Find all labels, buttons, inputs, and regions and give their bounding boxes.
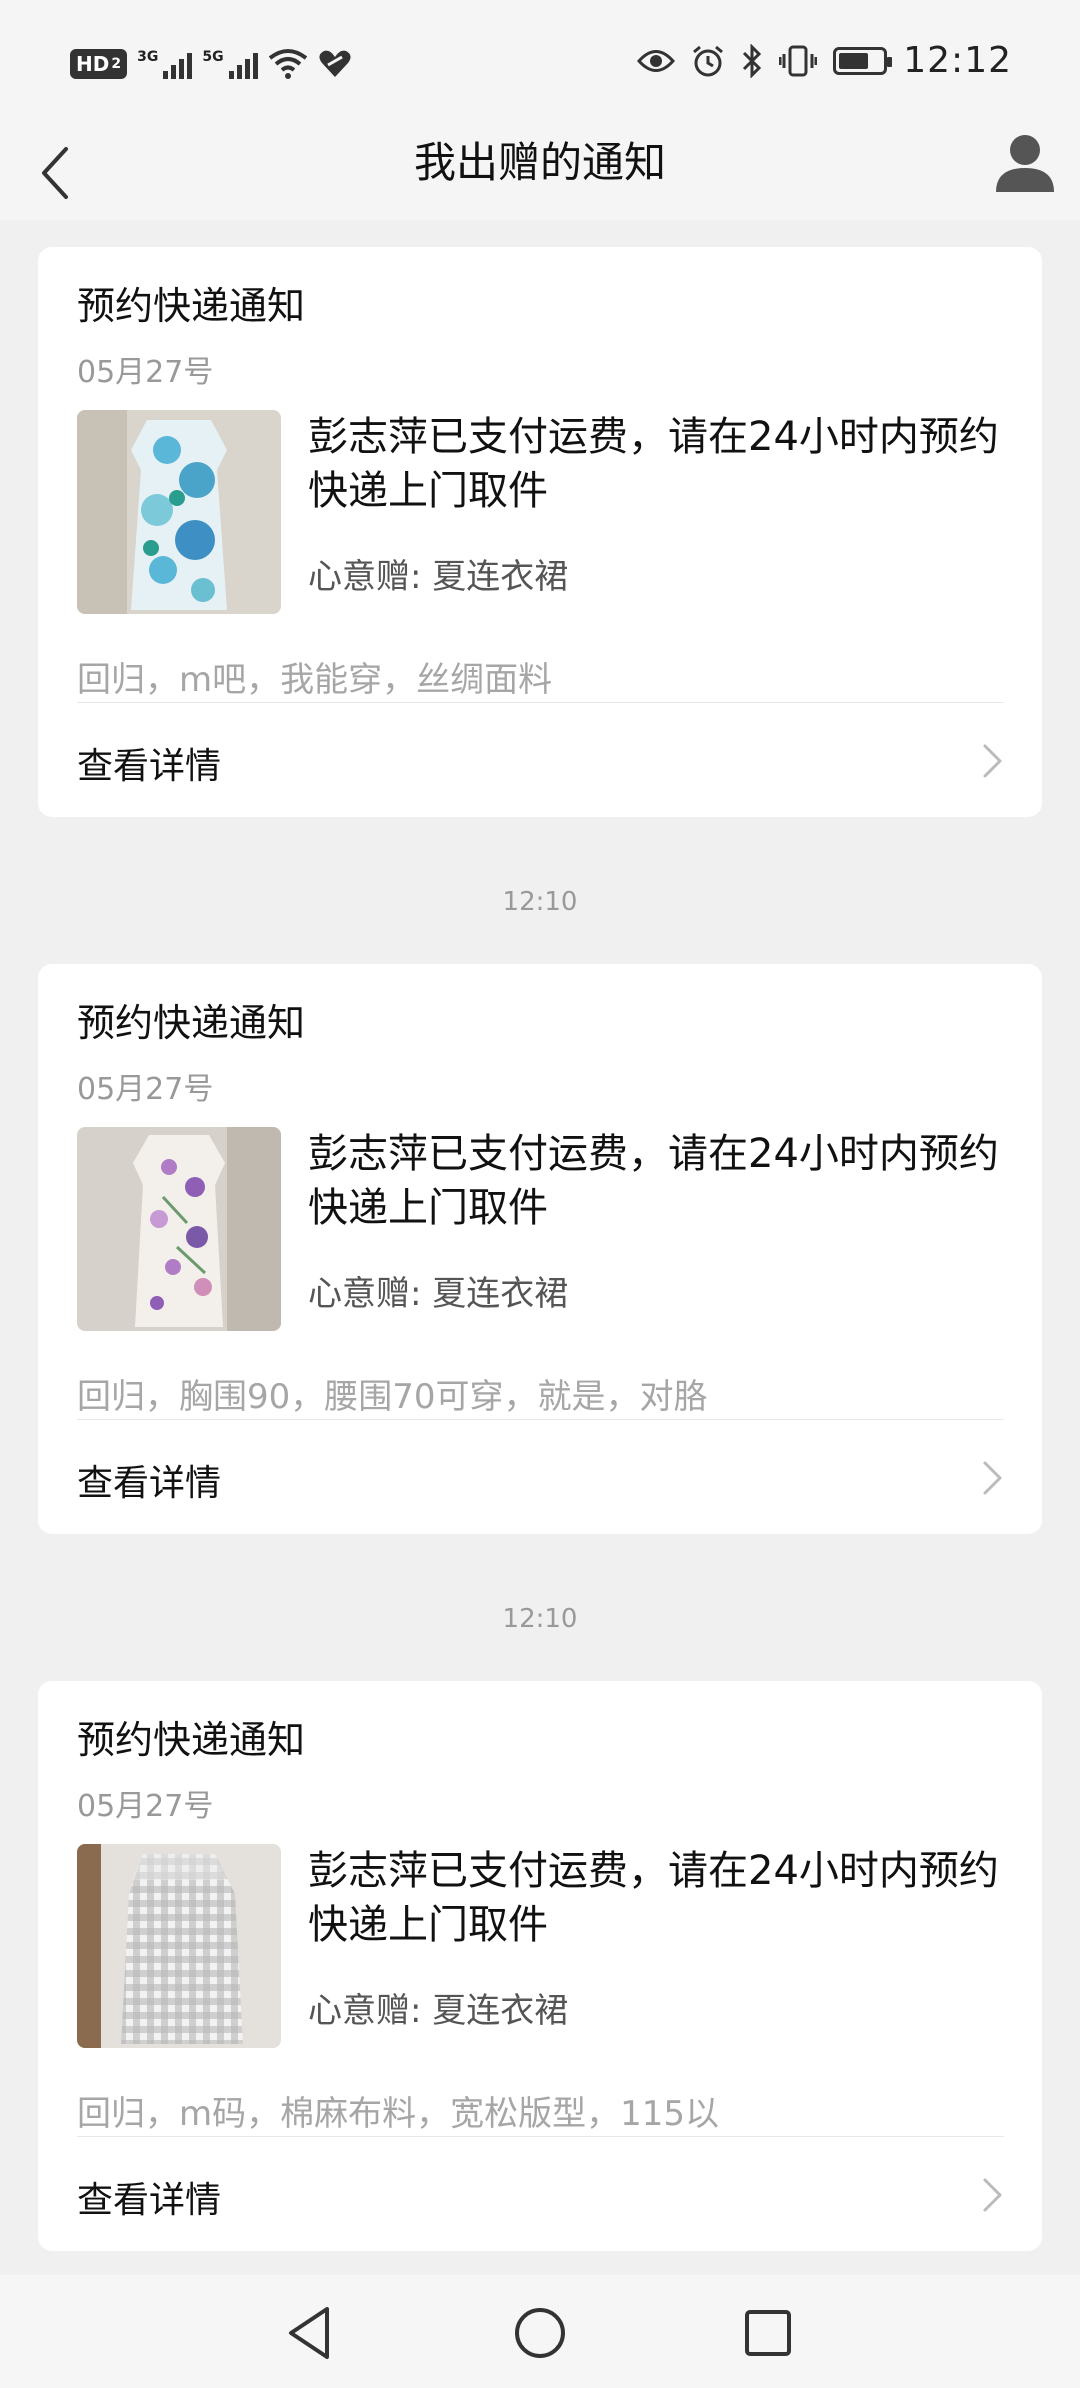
battery-icon (833, 46, 893, 75)
heart-link-icon (318, 50, 351, 77)
chevron-right-icon (983, 744, 1002, 778)
view-details-row[interactable]: 查看详情 (38, 1420, 1042, 1534)
page-title: 我出赠的通知 (413, 138, 666, 187)
view-details-row[interactable]: 查看详情 (38, 2137, 1042, 2251)
status-right: 12:12 (637, 40, 1012, 81)
gingham-dress-image (77, 1844, 281, 2048)
profile-button[interactable] (992, 130, 1058, 196)
vibrate-icon (779, 45, 818, 76)
time-separator: 12:10 (502, 887, 578, 917)
status-left: HD 2 3G 5G (70, 48, 352, 80)
item-thumbnail[interactable] (77, 410, 281, 614)
chevron-right-icon (983, 1461, 1002, 1495)
chevron-right-icon (983, 2178, 1002, 2212)
signal-5g-icon: 5G (202, 49, 258, 79)
status-bar: HD 2 3G 5G 12:12 (0, 0, 1080, 130)
title-bar: 我出赠的通知 (0, 130, 1080, 220)
circle-home-icon (515, 2308, 565, 2358)
battery-fill (839, 52, 869, 69)
nav-recents-button[interactable] (728, 2293, 808, 2373)
item-thumbnail[interactable] (77, 1844, 281, 2048)
white-floral-dress-image (77, 1127, 281, 1331)
blue-floral-dress-image (77, 410, 281, 614)
eye-icon (637, 49, 676, 72)
item-thumbnail[interactable] (77, 1127, 281, 1331)
triangle-back-icon (289, 2307, 329, 2359)
card-gift: 心意赠: 夏连衣裙 (308, 557, 569, 597)
card-title: 预约快递通知 (77, 284, 306, 328)
nav-home-button[interactable] (500, 2293, 580, 2373)
card-title: 预约快递通知 (77, 1718, 306, 1762)
signal-5g-label: 5G (202, 49, 224, 65)
hd-sub-label: 2 (111, 56, 122, 72)
view-details-label: 查看详情 (77, 746, 222, 787)
time-separator: 12:10 (502, 1604, 578, 1634)
user-icon (996, 135, 1054, 192)
status-time: 12:12 (903, 40, 1012, 81)
alarm-icon (693, 45, 724, 76)
square-recents-icon (745, 2310, 791, 2356)
nav-back-button[interactable] (270, 2293, 350, 2373)
hd-label: HD (76, 52, 110, 76)
card-date: 05月27号 (77, 1789, 214, 1824)
card-message: 彭志萍已支付运费，请在24小时内预约快递上门取件 (308, 1131, 999, 1231)
card-title: 预约快递通知 (77, 1001, 306, 1045)
view-details-label: 查看详情 (77, 2180, 222, 2221)
card-date: 05月27号 (77, 1072, 214, 1107)
card-gift: 心意赠: 夏连衣裙 (308, 1991, 569, 2031)
card-message: 彭志萍已支付运费，请在24小时内预约快递上门取件 (308, 1848, 999, 1948)
notification-card: 预约快递通知 05月27号 彭志萍已支付运费，请在24小时内预约快递上门取件 心… (38, 964, 1042, 1534)
card-message: 彭志萍已支付运费，请在24小时内预约快递上门取件 (308, 414, 999, 514)
card-description: 回归，m吧，我能穿，丝绸面料 (77, 660, 553, 700)
signal-3g-label: 3G (137, 49, 159, 65)
card-description: 回归，胸围90，腰围70可穿，就是，对胳 (77, 1377, 708, 1417)
view-details-label: 查看详情 (77, 1463, 222, 1504)
system-nav-bar (0, 2275, 1080, 2388)
bluetooth-icon (743, 43, 762, 78)
notification-card: 预约快递通知 05月27号 彭志萍已支付运费，请在24小时内预约快递上门取件 心… (38, 247, 1042, 817)
wifi-icon (268, 49, 307, 79)
view-details-row[interactable]: 查看详情 (38, 703, 1042, 817)
card-date: 05月27号 (77, 355, 214, 390)
signal-3g-icon: 3G (137, 49, 193, 79)
card-gift: 心意赠: 夏连衣裙 (308, 1274, 569, 1314)
notification-card: 预约快递通知 05月27号 彭志萍已支付运费，请在24小时内预约快递上门取件 心… (38, 1681, 1042, 2251)
card-description: 回归，m码，棉麻布料，宽松版型，115以 (77, 2094, 720, 2134)
hd-icon: HD 2 (70, 49, 128, 79)
